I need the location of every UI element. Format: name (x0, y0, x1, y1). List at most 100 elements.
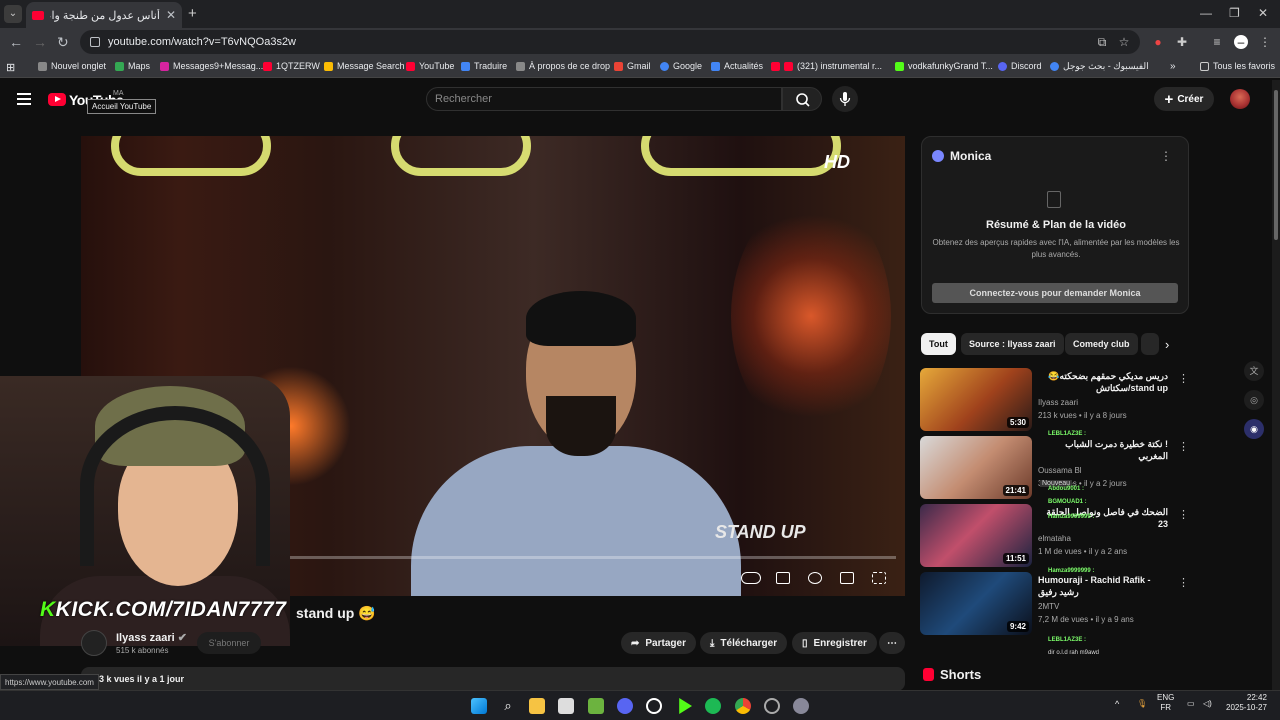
more-icon[interactable]: ⋮ (1178, 576, 1189, 589)
chip-comedy-club[interactable]: Comedy club (1065, 333, 1138, 355)
bookmark-1qtzerw[interactable]: 1QTZERW (263, 61, 320, 71)
settings-taskbar-icon[interactable] (793, 698, 809, 714)
autoplay-toggle[interactable] (741, 572, 761, 584)
close-window-button[interactable]: ✕ (1258, 6, 1268, 20)
chip-all[interactable]: Tout (921, 333, 956, 355)
bookmark-youtube[interactable]: YouTube (406, 61, 454, 71)
search-taskbar-icon[interactable]: ⌕ (500, 698, 516, 714)
file-explorer-icon[interactable] (529, 698, 545, 714)
bookmark-actualites[interactable]: Actualités (711, 61, 763, 71)
guide-menu-icon[interactable] (17, 93, 31, 105)
more-icon[interactable]: ⋮ (1178, 440, 1189, 453)
bookmark-nouvel-onglet[interactable]: Nouvel onglet (38, 61, 106, 71)
more-bookmarks-icon[interactable]: » (1170, 61, 1176, 72)
start-button[interactable] (471, 698, 487, 714)
subtitles-button[interactable] (776, 572, 790, 584)
kick-taskbar-icon[interactable] (679, 698, 692, 714)
youtube-logo-icon[interactable] (48, 93, 66, 106)
more-icon[interactable]: ⋮ (1178, 508, 1189, 521)
site-info-icon[interactable] (90, 37, 100, 47)
close-tab-icon[interactable]: ✕ (166, 8, 176, 22)
browser-menu-icon[interactable]: ⋮ (1258, 35, 1272, 49)
bookmark-gmail[interactable]: Gmail (614, 61, 651, 71)
recommendation-thumbnail[interactable]: 5:30 (920, 368, 1032, 431)
bookmark-traduire[interactable]: Traduire (461, 61, 507, 71)
monica-menu-icon[interactable]: ⋮ (1160, 149, 1172, 163)
recommendation-channel[interactable]: 2MTV (1038, 602, 1059, 611)
theater-mode-button[interactable] (840, 572, 854, 584)
tray-chevron-icon[interactable]: ^ (1115, 699, 1119, 709)
bookmark-google[interactable]: Google (660, 61, 702, 71)
monica-login-button[interactable]: Connectez-vous pour demander Monica (932, 283, 1178, 303)
recommendation-thumbnail[interactable]: 9:42 (920, 572, 1032, 635)
bookmark-facebook-search[interactable]: الفيسبوك - بحث جوجل (1050, 61, 1149, 72)
bookmark-messages[interactable]: Messages9+Messag... (160, 61, 263, 71)
install-app-icon[interactable]: ⧉ (1095, 35, 1109, 49)
account-avatar[interactable] (1230, 89, 1250, 109)
description-box[interactable]: 3 k vues il y a 1 jour (81, 667, 905, 691)
recommendation-title[interactable]: دريس مديكي حمقهم بضحكته😂 stand up/سكتاتش (1038, 370, 1168, 394)
app-icon[interactable] (588, 698, 604, 714)
page-scrollbar[interactable] (1272, 80, 1280, 690)
recommendation-channel[interactable]: elmataha (1038, 534, 1071, 543)
channel-avatar[interactable] (81, 630, 107, 656)
obs-icon[interactable] (646, 698, 662, 714)
bookmark-vodkafunky[interactable]: vodkafunkyGrand T... (895, 61, 993, 71)
reload-button[interactable]: ↻ (57, 34, 69, 51)
network-icon[interactable]: ▭ (1187, 699, 1195, 709)
minimize-button[interactable]: — (1200, 6, 1212, 20)
video-progress-bar[interactable] (266, 556, 896, 559)
extensions-puzzle-icon[interactable]: ✚ (1175, 35, 1189, 49)
channel-name[interactable]: Ilyass zaari ✔ (116, 631, 187, 644)
spotify-icon[interactable] (705, 698, 721, 714)
more-actions-button[interactable]: ⋯ (879, 632, 905, 654)
download-button[interactable]: ⤓ Télécharger (700, 632, 788, 654)
create-button[interactable]: + Créer (1154, 87, 1214, 111)
bookmark-instrumental[interactable]: (321) instrumental r... (771, 61, 882, 71)
monica-side-icon[interactable]: ◉ (1244, 419, 1264, 439)
more-icon[interactable]: ⋮ (1178, 372, 1189, 385)
translate-icon[interactable]: 文 (1244, 361, 1264, 381)
fullscreen-button[interactable] (872, 572, 886, 584)
recommendation-thumbnail[interactable]: 21:41 (920, 436, 1032, 499)
all-favorites[interactable]: Tous les favoris (1200, 61, 1275, 71)
app2-icon[interactable] (764, 698, 780, 714)
recommendation-item[interactable]: 5:30 دريس مديكي حمقهم بضحكته😂 stand up/س… (920, 368, 1189, 432)
bookmark-a-propos[interactable]: À propos de ce drop (516, 61, 610, 71)
recommendation-thumbnail[interactable]: 11:51 (920, 504, 1032, 567)
recommendation-item[interactable]: 9:42 Humouraji - Rachid Rafik - رشيد رفي… (920, 572, 1189, 636)
recommendation-title[interactable]: ! نكتة خطيرة دمرت الشباب المغربي (1038, 438, 1168, 462)
store-icon[interactable] (558, 698, 574, 714)
discord-taskbar-icon[interactable] (617, 698, 633, 714)
clock[interactable]: 22:42 2025-10-27 (1226, 693, 1267, 713)
search-input[interactable]: Rechercher (426, 87, 782, 111)
tab-search-button[interactable]: ⌄ (4, 5, 22, 23)
chip-source[interactable]: Source : Ilyass zaari (961, 333, 1064, 355)
forward-button[interactable]: → (33, 34, 47, 50)
extension-icon[interactable]: ● (1151, 35, 1165, 49)
address-bar[interactable]: youtube.com/watch?v=T6vNQOa3s2w (80, 30, 1140, 54)
restore-button[interactable]: ❐ (1229, 6, 1240, 20)
volume-icon[interactable]: ◁) (1203, 699, 1212, 709)
microphone-tray-icon[interactable]: 🎙 (1137, 699, 1147, 709)
settings-gear-icon[interactable] (808, 572, 822, 584)
chevron-right-icon[interactable]: › (1165, 337, 1169, 352)
recommendation-channel[interactable]: Oussama Bl (1038, 466, 1082, 475)
back-button[interactable]: ← (9, 34, 23, 50)
bookmark-discord[interactable]: Discord (998, 61, 1042, 71)
bookmark-star-icon[interactable]: ☆ (1117, 35, 1131, 49)
chip-more[interactable] (1141, 333, 1159, 355)
recommendation-channel[interactable]: Ilyass zaari (1038, 398, 1078, 407)
subscribe-button[interactable]: S'abonner (197, 632, 261, 654)
chrome-icon[interactable] (735, 698, 751, 714)
new-tab-button[interactable]: + (188, 5, 197, 22)
apps-grid-icon[interactable]: ⊞ (6, 61, 15, 74)
tab-sidebar-icon[interactable]: ≡ (1210, 35, 1224, 49)
voice-search-button[interactable] (832, 86, 858, 112)
bookmark-message-search[interactable]: Message Search (324, 61, 405, 71)
profile-icon[interactable]: – (1234, 35, 1248, 49)
save-button[interactable]: ▯ Enregistrer (792, 632, 877, 654)
recommendation-title[interactable]: Humouraji - Rachid Rafik - رشيد رفيق (1038, 574, 1168, 598)
scrollbar-thumb[interactable] (1274, 90, 1278, 240)
share-button[interactable]: ➦ Partager (621, 632, 696, 654)
